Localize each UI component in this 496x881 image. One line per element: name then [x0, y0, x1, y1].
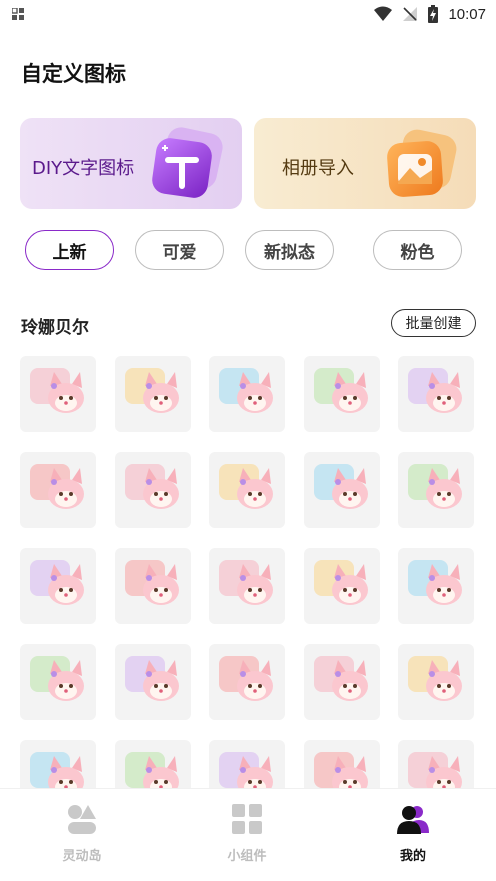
linabell-phone-icon[interactable]	[20, 548, 96, 624]
widgets-icon	[232, 804, 262, 834]
linabell-mangotv-icon[interactable]	[20, 644, 96, 720]
linabell-hat-icon[interactable]	[398, 740, 474, 788]
linabell-tencent-video-icon[interactable]	[114, 644, 191, 720]
linabell-05-radio-icon[interactable]	[114, 548, 191, 624]
grid-notification-icon	[12, 8, 24, 20]
linabell-douyin-icon[interactable]	[303, 452, 380, 528]
linabell-iqiyi-icon[interactable]	[114, 452, 191, 528]
icon-grid	[20, 356, 476, 788]
status-bar: 10:07	[0, 0, 496, 28]
status-time: 10:07	[448, 5, 486, 23]
linabell-notes-icon[interactable]	[398, 644, 474, 720]
nav-widgets[interactable]: 小组件	[187, 803, 307, 864]
tab-pink[interactable]: 粉色	[373, 230, 462, 270]
linabell-netease-music-icon[interactable]	[303, 356, 380, 432]
linabell-book-icon[interactable]	[20, 356, 96, 432]
section-title: 玲娜贝尔	[21, 318, 89, 338]
linabell-bilibili-icon[interactable]	[209, 452, 285, 528]
battery-charging-icon	[428, 5, 439, 23]
page-title: 自定义图标	[21, 62, 126, 86]
linabell-wing-icon[interactable]	[20, 740, 96, 788]
diy-text-icon-label: DIY文字图标	[32, 158, 135, 179]
linabell-calculator-icon[interactable]	[303, 740, 380, 788]
linabell-calendar-icon[interactable]	[114, 740, 191, 788]
diy-text-icon-card[interactable]: DIY文字图标	[20, 118, 242, 209]
batch-create-button[interactable]: 批量创建	[391, 309, 476, 337]
photo-album-icon	[387, 129, 457, 197]
nav-widgets-label: 小组件	[227, 849, 267, 864]
linabell-umbrella-icon[interactable]	[303, 548, 380, 624]
dynamic-island-icon	[68, 805, 96, 834]
linabell-clock-icon[interactable]	[209, 356, 285, 432]
linabell-qq-icon[interactable]	[20, 452, 96, 528]
tab-cute[interactable]: 可爱	[135, 230, 224, 270]
tab-neumorphism[interactable]: 新拟态	[245, 230, 334, 270]
profile-icon	[397, 806, 429, 834]
nav-profile[interactable]: 我的	[353, 803, 473, 864]
album-import-card[interactable]: 相册导入	[254, 118, 476, 209]
text-t-icon	[152, 127, 223, 198]
linabell-camera-icon[interactable]	[209, 740, 285, 788]
bottom-nav: 灵动岛 小组件 我的	[0, 788, 496, 881]
linabell-pinduoduo-icon[interactable]	[209, 548, 285, 624]
category-tabs: 上新 可爱 新拟态 粉色	[25, 230, 465, 270]
linabell-photo-card-icon[interactable]	[303, 644, 380, 720]
nav-dynamic-island-label: 灵动岛	[62, 849, 102, 864]
wifi-icon	[374, 6, 393, 21]
nav-profile-label: 我的	[399, 849, 426, 864]
linabell-dingtalk-icon[interactable]	[114, 356, 191, 432]
linabell-kuaishou-icon[interactable]	[209, 644, 285, 720]
no-signal-icon	[403, 7, 418, 21]
album-import-label: 相册导入	[282, 158, 354, 179]
linabell-alipay-icon[interactable]	[398, 356, 474, 432]
linabell-wechat-icon[interactable]	[398, 452, 474, 528]
linabell-weather-icon[interactable]	[398, 548, 474, 624]
nav-dynamic-island[interactable]: 灵动岛	[22, 803, 142, 864]
tab-new[interactable]: 上新	[25, 230, 114, 270]
